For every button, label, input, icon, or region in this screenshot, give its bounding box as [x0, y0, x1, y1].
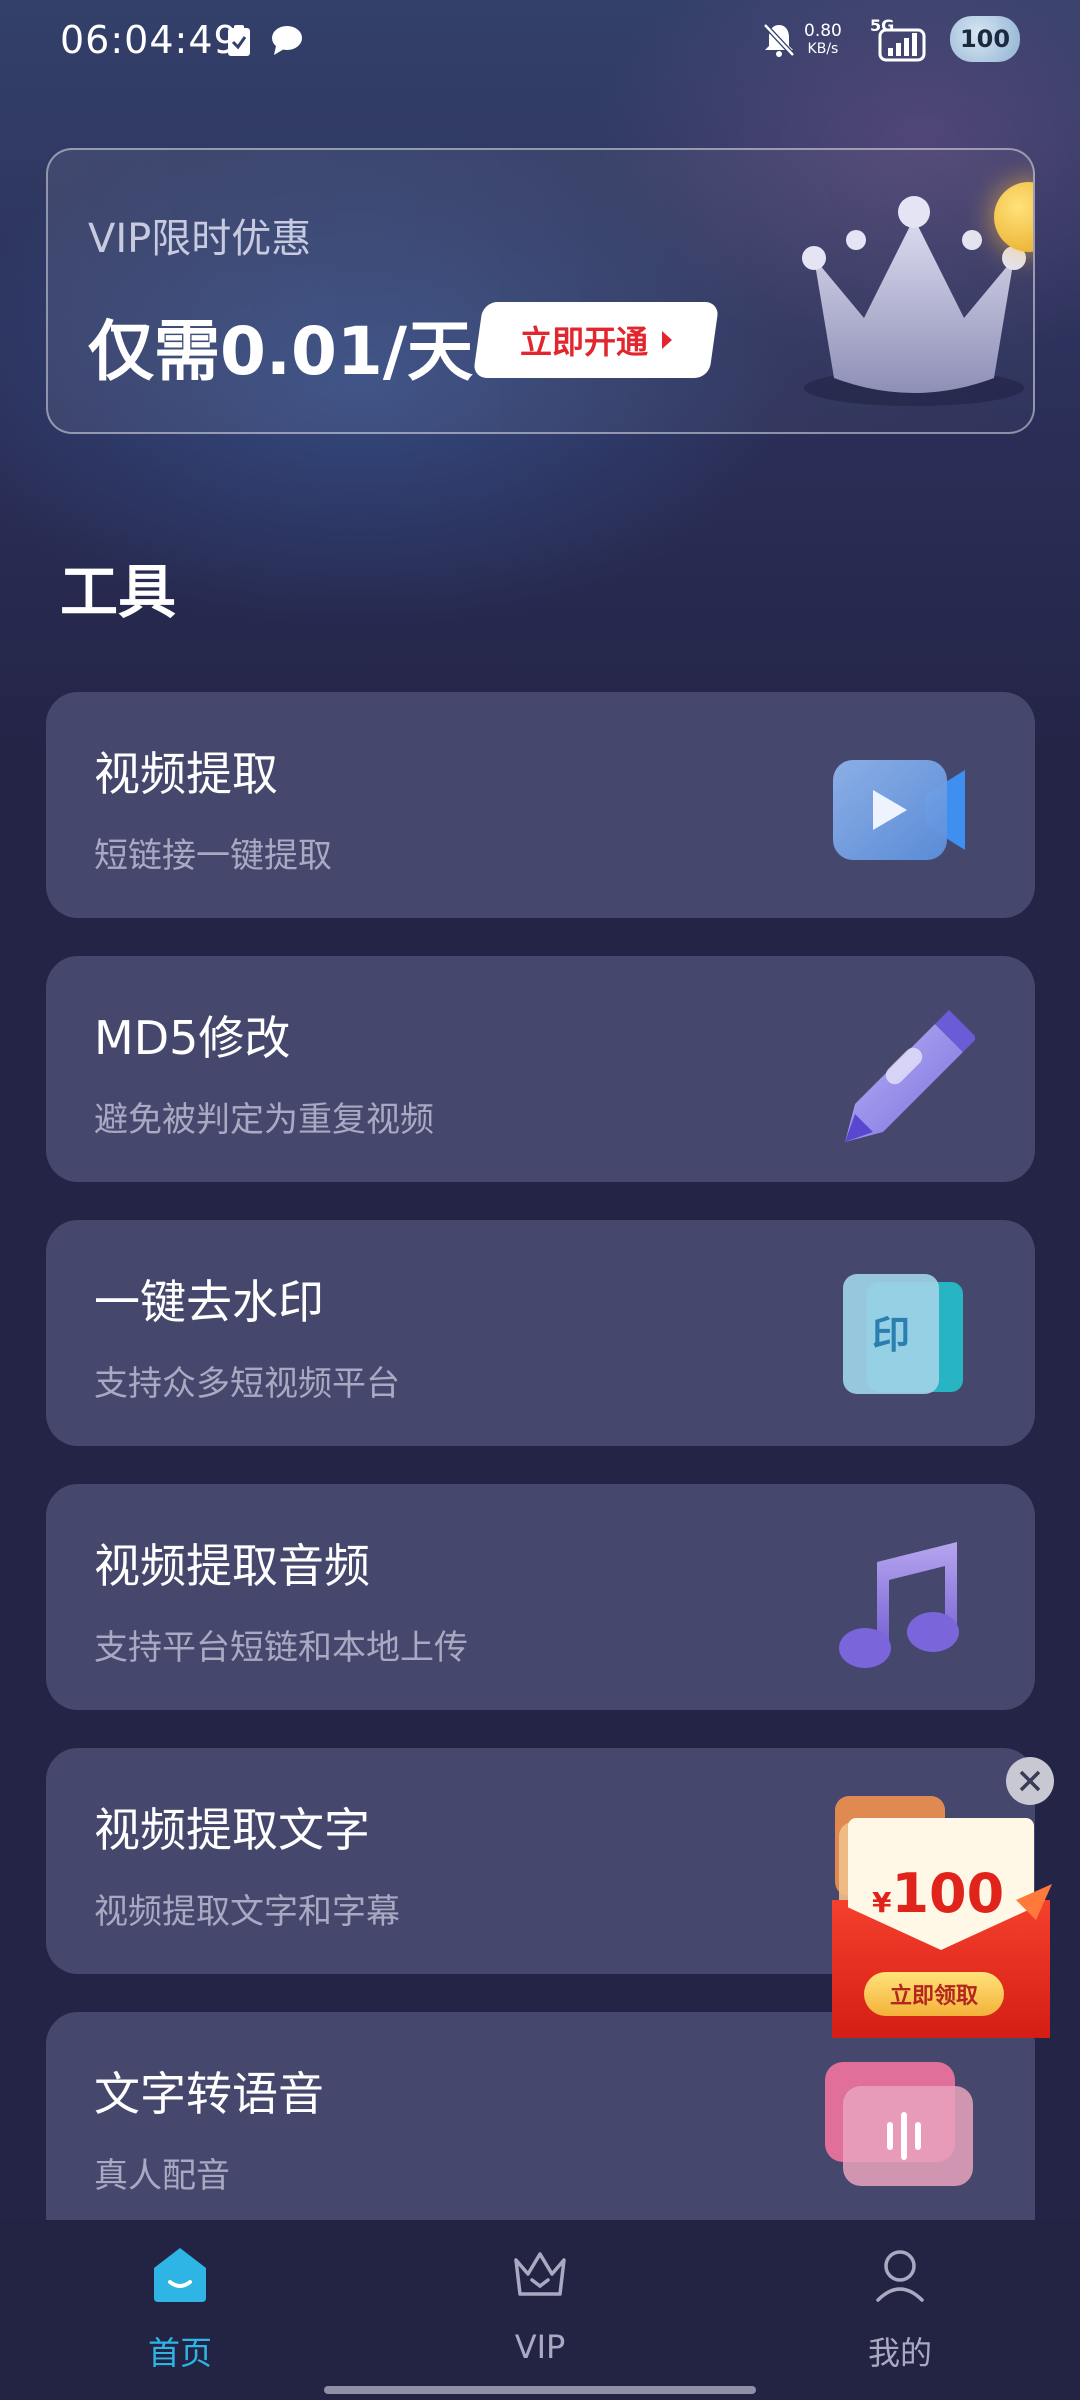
- tool-card-title: 视频提取音频: [94, 1539, 370, 1593]
- battery-indicator: 100: [950, 16, 1020, 62]
- promo-amount-value: 100: [891, 1862, 1005, 1925]
- signal-strength-icon: [878, 28, 926, 62]
- nav-label-profile: 我的: [867, 2334, 932, 2372]
- pen-icon: [845, 1010, 975, 1142]
- tool-card-subtitle: 支持众多短视频平台: [94, 1364, 400, 1404]
- section-title-tools: 工具: [60, 558, 177, 626]
- tool-card-title: MD5修改: [94, 1011, 291, 1065]
- nav-label-home: 首页: [147, 2334, 212, 2372]
- network-speed-unit: KB/s: [807, 41, 839, 57]
- voice-wave-icon: [825, 2062, 973, 2186]
- bell-muted-icon: [763, 23, 795, 57]
- bottom-navigation: 首页 VIP 我的: [0, 2220, 1080, 2400]
- caret-right-icon: [662, 331, 672, 349]
- vip-promo-banner[interactable]: VIP限时优惠 仅需0.01/天 立即开通: [46, 148, 1035, 434]
- stamp-icon-text: 印: [872, 1313, 910, 1357]
- music-note-icon: [839, 1542, 959, 1668]
- tool-card-extract-audio[interactable]: 视频提取音频 支持平台短链和本地上传: [46, 1484, 1035, 1710]
- video-camera-icon: [833, 760, 965, 860]
- network-speed-value: 0.80: [804, 21, 842, 41]
- vip-price: 仅需0.01/天: [88, 313, 473, 390]
- vip-open-button-label: 立即开通: [519, 323, 648, 361]
- tool-card-title: 一键去水印: [94, 1275, 324, 1329]
- network-speed: 0.80 KB/s: [804, 22, 842, 58]
- promo-claim-button[interactable]: 立即领取: [864, 1972, 1004, 2016]
- tool-card-subtitle: 避免被判定为重复视频: [94, 1100, 434, 1140]
- promo-currency: ¥: [872, 1886, 892, 1919]
- tool-card-subtitle: 真人配音: [94, 2156, 230, 2196]
- nav-item-home[interactable]: 首页: [80, 2244, 280, 2374]
- home-icon: [154, 2248, 206, 2302]
- nav-item-profile[interactable]: 我的: [800, 2244, 1000, 2374]
- tool-card-subtitle: 短链接一键提取: [94, 836, 332, 876]
- nav-item-vip[interactable]: VIP: [440, 2244, 640, 2374]
- status-bar: 06:04:49 0.80 KB/s 5G 100: [0, 0, 1080, 80]
- tool-card-video-extract[interactable]: 视频提取 短链接一键提取: [46, 692, 1035, 918]
- stamp-icon: 印: [843, 1274, 963, 1394]
- red-envelope-promo[interactable]: ¥100 立即领取: [826, 1780, 1056, 2040]
- tool-card-text-to-speech[interactable]: 文字转语音 真人配音: [46, 2012, 1035, 2252]
- clipboard-check-icon: [228, 25, 250, 56]
- tool-card-subtitle: 视频提取文字和字幕: [94, 1892, 400, 1932]
- tool-card-title: 文字转语音: [94, 2067, 324, 2121]
- vip-open-button[interactable]: 立即开通: [472, 302, 720, 378]
- tool-card-title: 视频提取文字: [94, 1803, 370, 1857]
- tool-card-md5[interactable]: MD5修改 避免被判定为重复视频: [46, 956, 1035, 1182]
- crown-outline-icon: [514, 2252, 566, 2296]
- tool-card-remove-watermark[interactable]: 一键去水印 支持众多短视频平台 印: [46, 1220, 1035, 1446]
- status-time: 06:04:49: [60, 18, 239, 62]
- vip-tag: VIP限时优惠: [88, 216, 312, 262]
- message-bubble-icon: [272, 26, 302, 55]
- home-indicator[interactable]: [324, 2386, 756, 2394]
- tool-card-title: 视频提取: [94, 747, 278, 801]
- promo-amount: ¥100: [872, 1862, 1004, 1925]
- user-profile-icon: [876, 2250, 924, 2302]
- tool-card-subtitle: 支持平台短链和本地上传: [94, 1628, 468, 1668]
- nav-label-vip: VIP: [514, 2328, 566, 2366]
